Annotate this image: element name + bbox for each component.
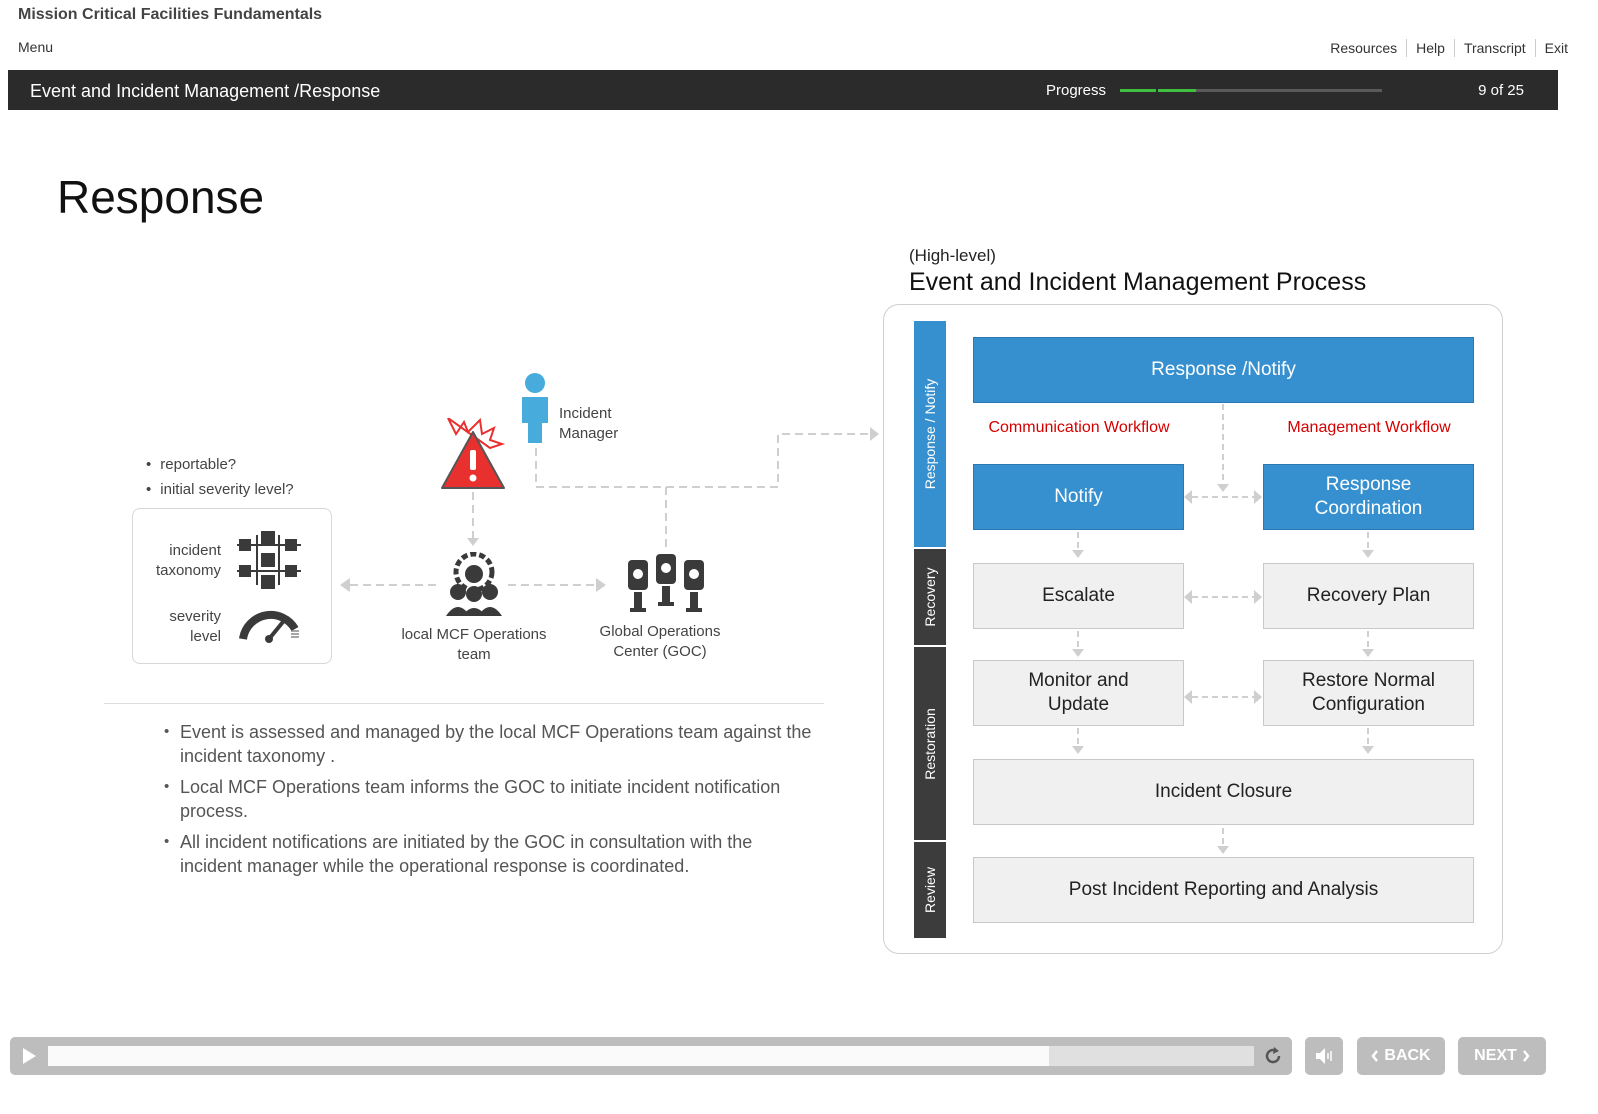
hierarchy-icon — [237, 531, 301, 589]
bullet-item: Local MCF Operations team informs the GO… — [164, 775, 814, 823]
process-subtitle: (High-level) — [909, 246, 996, 265]
phase-label: Restoration — [922, 707, 938, 780]
bullet-item: All incident notifications are initiated… — [164, 830, 814, 878]
taxonomy-box: incident taxonomy severity level — [132, 508, 332, 664]
progress-label: Progress — [1046, 82, 1107, 99]
bullet-list: Event is assessed and managed by the loc… — [164, 720, 814, 885]
breadcrumb: Event and Incident Management /Response — [30, 81, 381, 101]
seek-bar[interactable] — [48, 1046, 1254, 1066]
assessment-questions: reportable? initial severity level? — [146, 452, 294, 502]
back-label: BACK — [1384, 1047, 1431, 1064]
seek-progress — [48, 1046, 1049, 1066]
chevron-left-icon — [1371, 1050, 1379, 1062]
top-links: Resources Help Transcript Exit — [1321, 39, 1568, 57]
play-icon — [23, 1048, 36, 1064]
menu-link[interactable]: Menu — [18, 39, 53, 55]
play-button[interactable] — [10, 1037, 48, 1075]
response-notify-box: Response /Notify — [973, 337, 1474, 403]
help-link[interactable]: Help — [1407, 40, 1454, 56]
chevron-right-icon — [1522, 1050, 1530, 1062]
notify-box: Notify — [973, 464, 1184, 530]
next-label: NEXT — [1474, 1047, 1517, 1064]
restore-configuration-box: Restore Normal Configuration — [1263, 660, 1474, 726]
management-workflow-label: Management Workflow — [1287, 419, 1451, 436]
volume-button[interactable] — [1305, 1037, 1343, 1075]
recovery-plan-box: Recovery Plan — [1263, 563, 1474, 629]
alert-icon — [441, 418, 506, 489]
incident-taxonomy-label: incident taxonomy — [155, 542, 221, 579]
severity-level-label: severity level — [169, 608, 221, 645]
incident-manager-icon — [522, 373, 548, 443]
operations-team-icon — [446, 552, 502, 616]
breadcrumb-bar: Event and Incident Management /Response … — [8, 70, 1558, 110]
exit-link[interactable]: Exit — [1536, 40, 1568, 56]
phase-review: Review — [914, 842, 946, 938]
question-item: reportable? — [146, 452, 294, 477]
progress-segment-divider — [1156, 89, 1158, 92]
goc-label: Global Operations Center (GOC) — [599, 623, 721, 660]
phase-label: Response / Notify — [922, 378, 938, 490]
post-incident-box: Post Incident Reporting and Analysis — [973, 857, 1474, 923]
question-item: initial severity level? — [146, 477, 293, 502]
course-title: Mission Critical Facilities Fundamentals — [18, 6, 323, 23]
process-title: Event and Incident Management Process — [909, 268, 1367, 296]
phase-label: Recovery — [922, 567, 938, 627]
speaker-icon — [1316, 1048, 1332, 1064]
page-count: 9 of 25 — [1478, 82, 1524, 99]
media-player — [10, 1037, 1292, 1075]
gauge-icon — [239, 610, 299, 643]
response-coordination-box: Response Coordination — [1263, 464, 1474, 530]
local-team-label: local MCF Operations team — [401, 626, 547, 663]
replay-icon — [1265, 1047, 1281, 1064]
communication-workflow-label: Communication Workflow — [988, 419, 1170, 436]
bullet-item: Event is assessed and managed by the loc… — [164, 720, 814, 768]
replay-button[interactable] — [1254, 1037, 1292, 1075]
monitor-update-box: Monitor and Update — [973, 660, 1184, 726]
next-button[interactable]: NEXT — [1458, 1037, 1546, 1075]
phase-recovery: Recovery — [914, 549, 946, 645]
phase-response-notify: Response / Notify — [914, 321, 946, 547]
incident-closure-box: Incident Closure — [973, 759, 1474, 825]
escalate-box: Escalate — [973, 563, 1184, 629]
goc-icon — [628, 554, 704, 612]
page-title: Response — [57, 171, 265, 223]
transcript-link[interactable]: Transcript — [1455, 40, 1535, 56]
phase-restoration: Restoration — [914, 647, 946, 840]
progress-bar — [1120, 89, 1382, 92]
incident-manager-label: Incident Manager — [559, 405, 619, 442]
resources-link[interactable]: Resources — [1321, 40, 1406, 56]
back-button[interactable]: BACK — [1357, 1037, 1445, 1075]
section-divider — [104, 703, 824, 704]
phase-label: Review — [922, 867, 938, 913]
response-diagram: reportable? initial severity level? inci… — [100, 360, 890, 700]
